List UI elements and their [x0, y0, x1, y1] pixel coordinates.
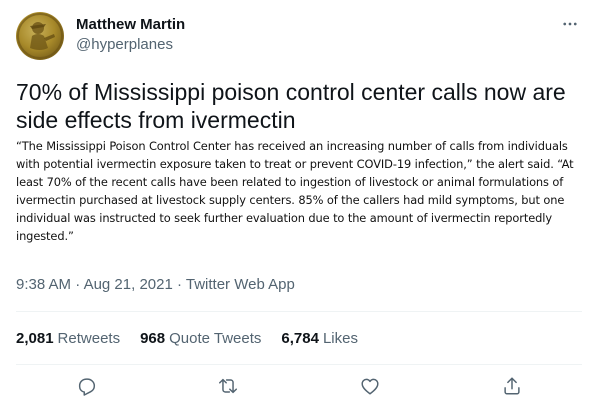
quote-tweets-label: Quote Tweets: [169, 330, 262, 347]
quote-tweets-count: 968: [140, 330, 166, 347]
tweet-card: Matthew Martin @hyperplanes 70% of Missi…: [0, 0, 598, 411]
more-icon: [563, 22, 577, 26]
retweet-button[interactable]: [216, 374, 240, 398]
share-icon: [504, 377, 520, 395]
avatar[interactable]: [16, 12, 64, 60]
tweet-time[interactable]: 9:38 AM: [16, 276, 71, 293]
tweet-stats: 2,081 Retweets 968 Quote Tweets 6,784 Likes: [16, 329, 358, 349]
tweet-actions: [16, 370, 582, 404]
meta-separator: ·: [172, 276, 186, 293]
retweet-icon: [219, 378, 237, 394]
retweets-label: Retweets: [57, 330, 121, 347]
quote-tweets-stat[interactable]: 968 Quote Tweets: [140, 329, 261, 349]
divider: [16, 364, 582, 365]
tweet-text: 70% of Mississippi poison control center…: [16, 79, 566, 133]
more-button[interactable]: [558, 12, 582, 36]
likes-stat[interactable]: 6,784 Likes: [281, 329, 358, 349]
tweet-meta: 9:38 AM · Aug 21, 2021 · Twitter Web App: [16, 275, 295, 295]
likes-count: 6,784: [281, 330, 319, 347]
user-handle[interactable]: @hyperplanes: [76, 35, 185, 55]
retweets-count: 2,081: [16, 330, 54, 347]
tweet-source[interactable]: Twitter Web App: [186, 276, 295, 293]
retweets-stat[interactable]: 2,081 Retweets: [16, 329, 120, 349]
divider: [16, 311, 582, 312]
display-name[interactable]: Matthew Martin: [76, 15, 185, 35]
tweet-header: Matthew Martin @hyperplanes: [16, 12, 582, 60]
share-button[interactable]: [500, 374, 524, 398]
avatar-image: [17, 13, 63, 59]
tweet-date[interactable]: Aug 21, 2021: [84, 276, 173, 293]
heart-icon: [361, 378, 379, 395]
reply-button[interactable]: [75, 374, 99, 398]
user-names: Matthew Martin @hyperplanes: [76, 15, 185, 55]
meta-separator: ·: [71, 276, 84, 293]
quoted-excerpt: “The Mississippi Poison Control Center h…: [16, 139, 574, 243]
likes-label: Likes: [322, 330, 358, 347]
like-button[interactable]: [358, 374, 382, 398]
reply-icon: [78, 378, 96, 396]
